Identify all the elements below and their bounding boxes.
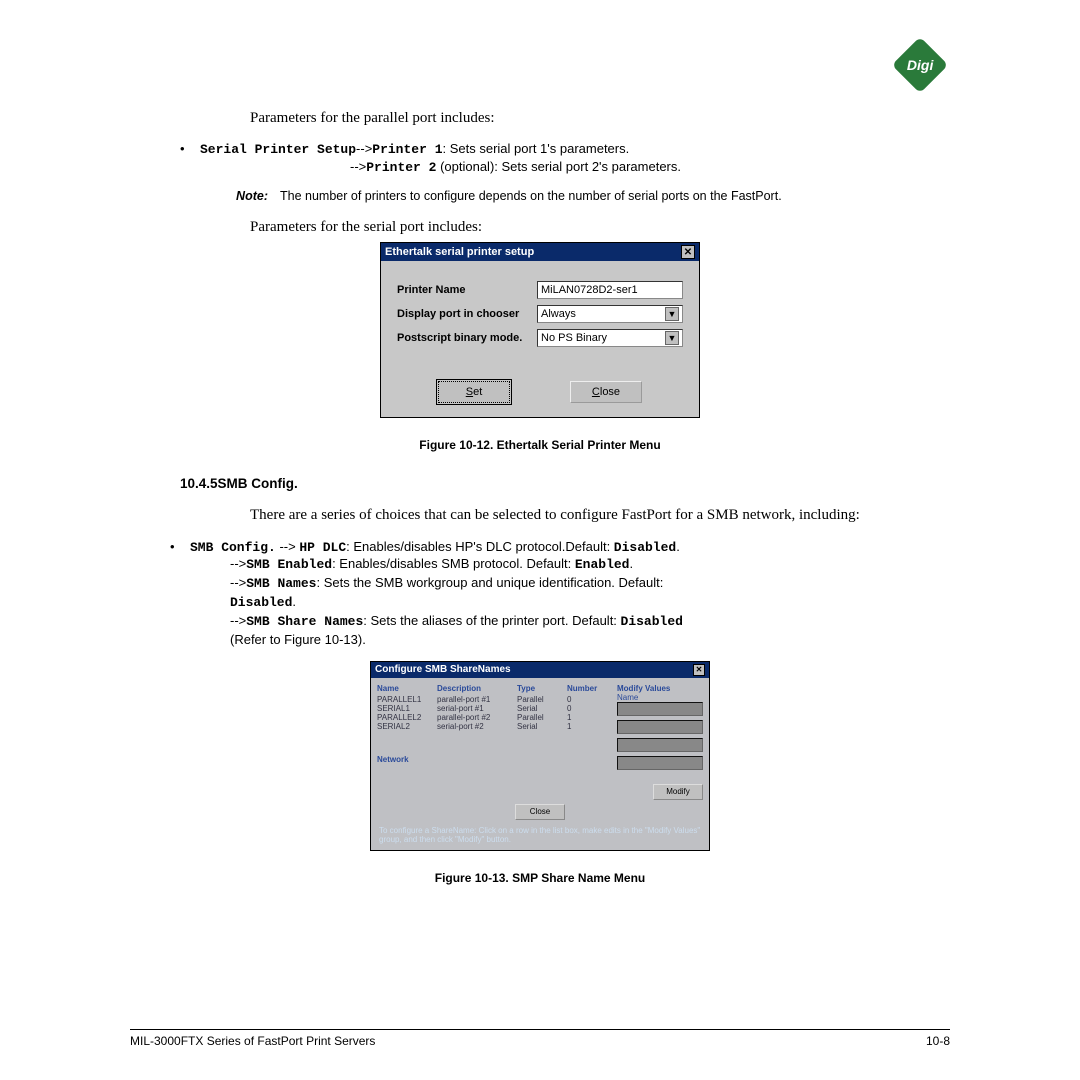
code-smb-config: SMB Config. [190, 540, 276, 555]
table-row[interactable]: PARALLEL2parallel-port #2Parallel1 [377, 713, 617, 722]
close-button[interactable]: Close [515, 804, 565, 820]
chevron-down-icon: ▼ [665, 331, 679, 345]
modify-button[interactable]: Modify [653, 784, 703, 800]
row-ps-binary: Postscript binary mode. No PS Binary▼ [397, 329, 683, 347]
line-smb-share-ref: (Refer to Figure 10-13). [230, 632, 950, 649]
note-block: Note: The number of printers to configur… [180, 189, 950, 203]
code-smb-enabled: SMB Enabled [246, 557, 332, 572]
note-text: The number of printers to configure depe… [280, 189, 950, 203]
select-display-chooser[interactable]: Always▼ [537, 305, 683, 323]
label-name: Name [617, 693, 703, 702]
figure-10-12-caption: Figure 10-12. Ethertalk Serial Printer M… [130, 438, 950, 452]
footer-page-number: 10-8 [926, 1034, 950, 1048]
close-button[interactable]: Close [570, 381, 642, 403]
table-row[interactable]: SERIAL1serial-port #1Serial0 [377, 704, 617, 713]
logo: Digi [892, 37, 949, 94]
input-name[interactable] [617, 702, 703, 716]
footer-left: MIL-3000FTX Series of FastPort Print Ser… [130, 1034, 375, 1048]
table-row[interactable]: SERIAL2serial-port #2Serial1 [377, 722, 617, 731]
note-label: Note: [180, 189, 280, 203]
close-icon[interactable]: ✕ [681, 245, 695, 259]
line-smb-names-default: Disabled. [230, 594, 950, 612]
code-smb-share-names: SMB Share Names [246, 614, 363, 629]
label-printer-name: Printer Name [397, 284, 537, 296]
dialog2-titlebar: Configure SMB ShareNames ✕ [371, 662, 709, 678]
line-smb-share-names: -->SMB Share Names: Sets the aliases of … [230, 613, 950, 631]
code-printer2: Printer 2 [366, 160, 436, 175]
set-button[interactable]: Set [438, 381, 510, 403]
dialog-title: Ethertalk serial printer setup [385, 246, 534, 258]
table-row[interactable]: PARALLEL1parallel-port #1Parallel0 [377, 695, 617, 704]
row-display-chooser: Display port in chooser Always▼ [397, 305, 683, 323]
select-number[interactable] [617, 756, 703, 770]
code-serial-printer-setup: Serial Printer Setup [200, 142, 356, 157]
dialog2-title: Configure SMB ShareNames [375, 664, 511, 676]
line-smb-names: -->SMB Names: Sets the SMB workgroup and… [230, 575, 950, 593]
row-printer-name: Printer Name MiLAN0728D2-ser1 [397, 281, 683, 299]
bullet-serial-printer-setup: • Serial Printer Setup-->Printer 1: Sets… [180, 141, 950, 157]
input-desc[interactable] [617, 720, 703, 734]
para-serial: Parameters for the serial port includes: [250, 219, 950, 236]
dialog-ethertalk-serial: Ethertalk serial printer setup ✕ Printer… [380, 242, 700, 418]
table-headers: Name Description Type Number [377, 684, 617, 693]
page-footer: MIL-3000FTX Series of FastPort Print Ser… [130, 1029, 950, 1048]
chevron-down-icon: ▼ [665, 307, 679, 321]
section-heading-smb: 10.4.5SMB Config. [180, 476, 950, 491]
dialog-titlebar: Ethertalk serial printer setup ✕ [381, 243, 699, 261]
select-type[interactable] [617, 738, 703, 752]
code-hp-dlc: HP DLC [299, 540, 346, 555]
code-printer1: Printer 1 [372, 142, 442, 157]
code-smb-names: SMB Names [246, 576, 316, 591]
label-ps-binary: Postscript binary mode. [397, 332, 537, 344]
smb-intro-para: There are a series of choices that can b… [250, 505, 950, 525]
bullet-printer2: -->Printer 2 (optional): Sets serial por… [350, 159, 950, 175]
para-parallel: Parameters for the parallel port include… [250, 110, 950, 127]
logo-text: Digi [907, 57, 933, 73]
input-printer-name[interactable]: MiLAN0728D2-ser1 [537, 281, 683, 299]
line-smb-enabled: -->SMB Enabled: Enables/disables SMB pro… [230, 556, 950, 574]
label-display-chooser: Display port in chooser [397, 308, 537, 320]
bullet-smb-config: • SMB Config. --> HP DLC: Enables/disabl… [170, 539, 950, 555]
select-ps-binary[interactable]: No PS Binary▼ [537, 329, 683, 347]
label-modify-values: Modify Values [617, 684, 703, 693]
dialog-smb-sharenames: Configure SMB ShareNames ✕ Name Descript… [370, 661, 710, 851]
close-icon[interactable]: ✕ [693, 664, 705, 676]
dialog2-footnote: To configure a ShareName: Click on a row… [377, 822, 703, 844]
label-network: Network [377, 755, 617, 764]
figure-10-13-caption: Figure 10-13. SMP Share Name Menu [130, 871, 950, 885]
